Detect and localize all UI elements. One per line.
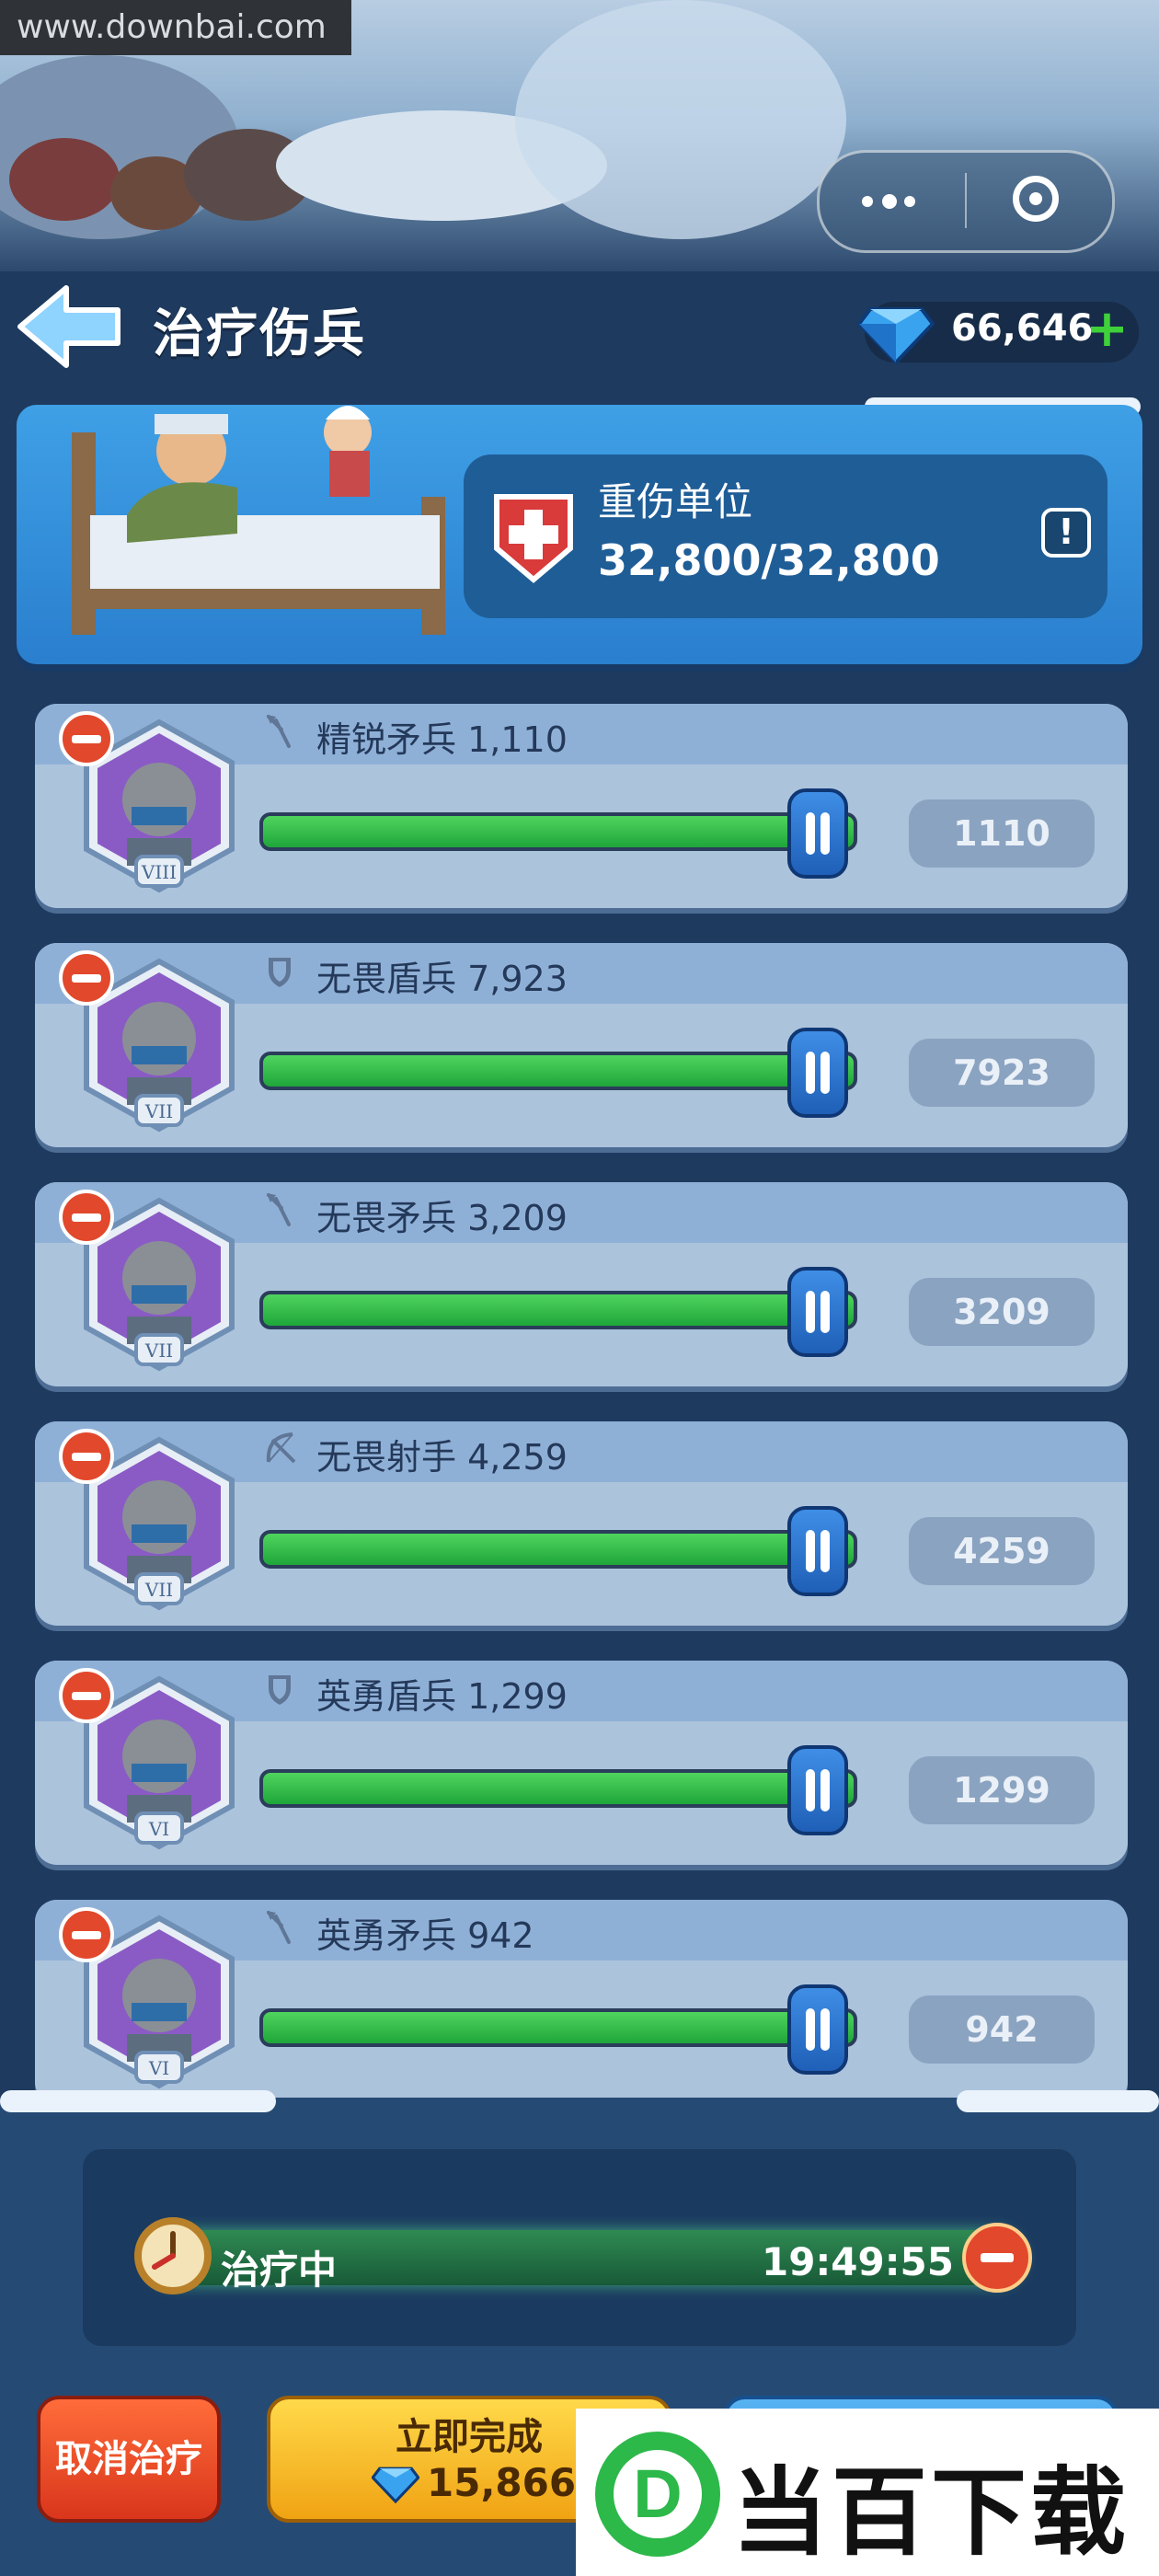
slider-fill	[263, 1055, 854, 1087]
more-dot[interactable]	[882, 194, 897, 209]
downbai-logo-icon: D	[595, 2432, 720, 2557]
troop-name: 无畏矛兵 3,209	[316, 1198, 568, 1238]
troop-quantity-slider[interactable]	[259, 1291, 857, 1329]
wounded-count: 32,800/32,800	[598, 535, 940, 585]
troop-tier: VII	[144, 1340, 173, 1362]
slider-fill	[263, 816, 854, 847]
gem-counter: 66,646 +	[857, 302, 1139, 365]
slider-handle[interactable]	[787, 1506, 848, 1596]
remove-troop-button[interactable]	[59, 1907, 114, 1962]
troop-quantity-input[interactable]: 1299	[909, 1756, 1095, 1824]
more-dot[interactable]	[862, 196, 873, 207]
spear-icon	[267, 1193, 291, 1226]
mini-program-capsule	[817, 150, 1115, 253]
troop-tier: VII	[144, 1100, 173, 1122]
troop-quantity-slider[interactable]	[259, 2008, 857, 2047]
troop-name: 无畏射手 4,259	[316, 1437, 568, 1478]
clock-icon	[134, 2217, 212, 2294]
troop-quantity-slider[interactable]	[259, 1530, 857, 1569]
wounded-label: 重伤单位	[598, 479, 753, 524]
slider-fill	[263, 2012, 854, 2043]
instant-finish-cost: 15,866	[427, 2460, 577, 2505]
troop-row: VIII 精锐矛兵 1,110 1110	[35, 704, 1128, 908]
troop-tier: VII	[144, 1579, 173, 1601]
troop-tier: VI	[148, 2057, 169, 2079]
healing-status-box: 治疗中 19:49:55	[83, 2149, 1076, 2346]
slider-handle[interactable]	[787, 1267, 848, 1357]
gem-count: 66,646	[951, 307, 1094, 350]
gem-icon	[372, 2467, 419, 2504]
slider-handle[interactable]	[787, 1028, 848, 1118]
hospital-bed-illustration	[72, 406, 445, 635]
troop-quantity-slider[interactable]	[259, 1052, 857, 1090]
watermark: www.downbai.com	[0, 0, 351, 55]
troop-row: VI 英勇矛兵 942 942	[35, 1900, 1128, 2104]
troop-name: 英勇盾兵 1,299	[316, 1676, 568, 1717]
troop-row: VII 无畏射手 4,259 4259	[35, 1421, 1128, 1626]
troop-name: 英勇矛兵 942	[316, 1915, 534, 1956]
slider-handle[interactable]	[787, 1745, 848, 1835]
shield-icon	[269, 1675, 291, 1705]
cancel-healing-icon-button[interactable]	[962, 2223, 1032, 2293]
healing-status-label: 治疗中	[221, 2248, 338, 2293]
spear-icon	[267, 715, 291, 748]
wounded-panel: 重伤单位 32,800/32,800 !	[17, 405, 1142, 664]
bow-icon	[266, 1432, 296, 1464]
troop-quantity-input[interactable]: 1110	[909, 799, 1095, 868]
snow-decoration	[0, 2090, 276, 2112]
healing-timer: 19:49:55	[762, 2239, 954, 2284]
troop-tier: VI	[148, 1818, 169, 1840]
troop-name: 精锐矛兵 1,110	[316, 719, 568, 760]
troop-quantity-input[interactable]: 942	[909, 1995, 1095, 2064]
add-gems-button[interactable]: +	[1085, 302, 1129, 357]
troop-row: VII 无畏矛兵 3,209 3209	[35, 1182, 1128, 1386]
slider-fill	[263, 1534, 854, 1565]
troop-quantity-input[interactable]: 4259	[909, 1517, 1095, 1585]
troop-quantity-slider[interactable]	[259, 812, 857, 851]
remove-troop-button[interactable]	[59, 1190, 114, 1245]
remove-troop-button[interactable]	[59, 1668, 114, 1723]
page-title: 治疗伤兵	[153, 305, 366, 364]
back-arrow-icon	[17, 285, 120, 368]
cancel-healing-button[interactable]: 取消治疗	[37, 2396, 221, 2523]
spear-icon	[267, 1911, 291, 1944]
troop-quantity-slider[interactable]	[259, 1769, 857, 1808]
troop-quantity-input[interactable]: 7923	[909, 1039, 1095, 1107]
troop-row: VII 无畏盾兵 7,923 7923	[35, 943, 1128, 1147]
gem-icon	[857, 307, 935, 365]
troop-tier: VIII	[141, 861, 177, 883]
back-button[interactable]	[15, 281, 123, 373]
slider-fill	[263, 1773, 854, 1804]
wounded-info-box: 重伤单位 32,800/32,800 !	[464, 454, 1107, 618]
ad-logo-letter: D	[633, 2455, 682, 2532]
ad-watermark-banner: D 当百下载	[576, 2409, 1159, 2576]
remove-troop-button[interactable]	[59, 950, 114, 1006]
troop-quantity-input[interactable]: 3209	[909, 1278, 1095, 1346]
slider-fill	[263, 1294, 854, 1326]
snow-decoration	[957, 2090, 1159, 2112]
troop-name: 无畏盾兵 7,923	[316, 959, 568, 999]
shield-icon	[269, 958, 291, 987]
info-button[interactable]: !	[1041, 508, 1091, 558]
close-mini-program-icon[interactable]	[1013, 176, 1059, 222]
ad-text: 当百下载	[732, 2456, 1130, 2569]
more-dot[interactable]	[904, 196, 915, 207]
remove-troop-button[interactable]	[59, 711, 114, 766]
medical-cross-icon	[494, 494, 573, 583]
remove-troop-button[interactable]	[59, 1429, 114, 1484]
slider-handle[interactable]	[787, 1984, 848, 2075]
troop-row: VI 英勇盾兵 1,299 1299	[35, 1661, 1128, 1865]
slider-handle[interactable]	[787, 788, 848, 879]
